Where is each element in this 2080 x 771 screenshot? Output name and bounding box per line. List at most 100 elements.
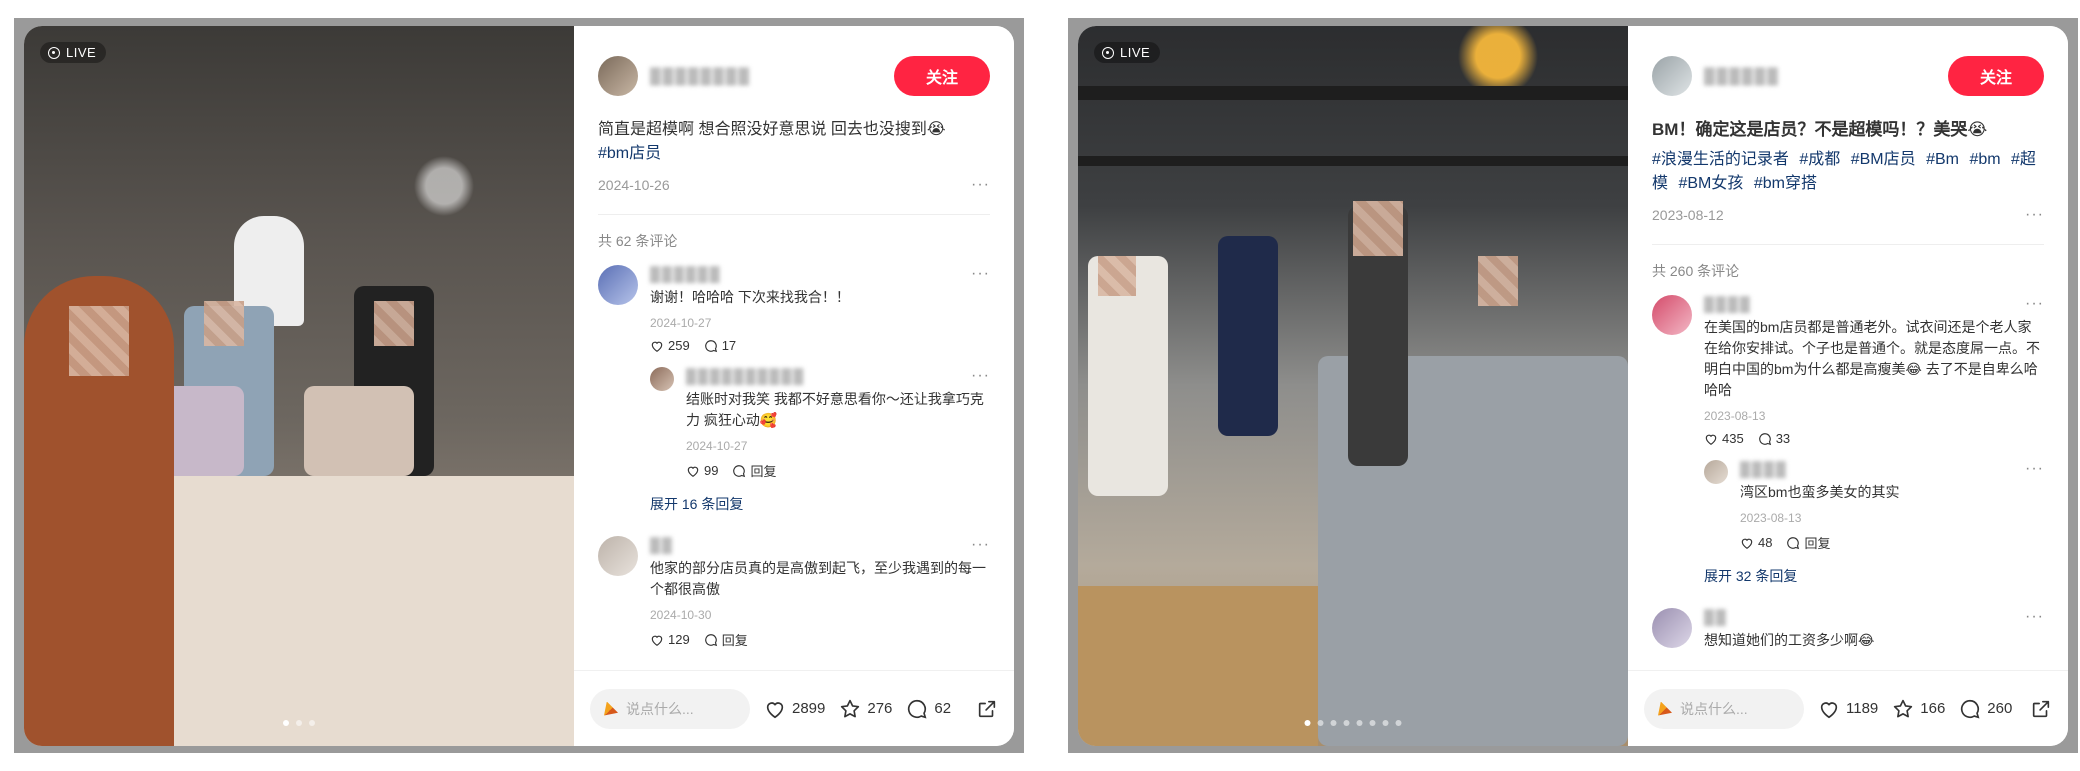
collect-count: 276 (867, 700, 893, 717)
comment-item: ██ ··· 他家的部分店员真的是高傲到起飞，至少我遇到的每一个都很高傲 202… (598, 536, 990, 649)
comment-button[interactable]: 62 (906, 698, 951, 720)
person-figure (1218, 236, 1278, 436)
commenter-avatar[interactable] (1652, 608, 1692, 648)
hashtag-link[interactable]: #浪漫生活的记录者 (1652, 151, 1789, 168)
post-detail-panel: ██████ 关注 BM！确定这是店员？不是超模吗！？美哭😭 #浪漫生活的记录者… (1628, 26, 2068, 746)
commenter-avatar[interactable] (1652, 295, 1692, 335)
more-icon[interactable]: ··· (2025, 206, 2044, 224)
carousel-dot[interactable] (1369, 720, 1376, 726)
commenter-name-blurred[interactable]: ██ (650, 537, 674, 553)
comment-bubble-icon (732, 464, 746, 478)
comment-like-button[interactable]: 99 (686, 463, 718, 478)
comment-reply-button[interactable]: 回复 (1786, 533, 1830, 552)
more-icon[interactable]: ··· (971, 367, 990, 385)
comment-actions: 48 回复 (1740, 533, 2044, 552)
comment-reply-button[interactable]: 回复 (704, 630, 748, 649)
comment-item: ████ ··· 在美国的bm店员都是普通老外。试衣间还是个老人家在给你安排试。… (1652, 295, 2044, 586)
comment-count: 共 62 条评论 (598, 233, 678, 249)
star-icon (1892, 698, 1914, 720)
share-icon[interactable] (976, 698, 998, 720)
comment-reply-button[interactable]: 33 (1758, 431, 1790, 446)
post-date: 2024-10-26 (598, 177, 670, 193)
blurred-face (1098, 256, 1136, 296)
heart-icon (686, 464, 700, 478)
expand-replies-link[interactable]: 展开 32 条回复 (1704, 566, 2044, 586)
carousel-dot[interactable] (1343, 720, 1350, 726)
expand-replies-link[interactable]: 展开 16 条回复 (650, 494, 990, 514)
commenter-avatar[interactable] (650, 367, 674, 391)
follow-button[interactable]: 关注 (1948, 56, 2044, 96)
comment-input[interactable]: 说点什么... (1644, 688, 1804, 729)
ceiling-beam (1078, 86, 1628, 100)
comment-actions: 129 回复 (650, 630, 990, 649)
comment-text: 他家的部分店员真的是高傲到起飞，至少我遇到的每一个都很高傲 (650, 560, 986, 597)
comment-date: 2024-10-27 (686, 439, 748, 453)
live-badge[interactable]: LIVE (1094, 42, 1161, 63)
comment-like-button[interactable]: 129 (650, 632, 690, 647)
author-name-blurred[interactable]: ████████ (650, 68, 751, 85)
author-name-blurred[interactable]: ██████ (1704, 68, 1780, 85)
commenter-name-blurred[interactable]: ██████████ (686, 368, 805, 384)
like-button[interactable]: 1189 (1818, 698, 1878, 720)
hashtag-link[interactable]: #Bm (1926, 151, 1959, 168)
comment-input[interactable]: 说点什么... (590, 688, 750, 729)
hashtag-link[interactable]: #成都 (1799, 151, 1840, 168)
comment-reply-button[interactable]: 回复 (732, 461, 776, 480)
post-photo[interactable]: LIVE (24, 26, 574, 746)
hashtag-link[interactable]: #bm店员 (598, 145, 661, 162)
author-avatar[interactable] (598, 56, 638, 96)
hashtag-link[interactable]: #BM女孩 (1678, 175, 1743, 192)
comment-count-stat: 260 (1987, 700, 2013, 717)
commenter-name-blurred[interactable]: ██ (1704, 609, 1728, 625)
live-badge[interactable]: LIVE (40, 42, 107, 63)
comment-like-button[interactable]: 259 (650, 338, 690, 353)
more-icon[interactable]: ··· (2025, 295, 2044, 313)
carousel-dot[interactable] (309, 720, 315, 726)
commenter-name-blurred[interactable]: ████ (1704, 296, 1752, 312)
hashtag-link[interactable]: #BM店员 (1851, 151, 1916, 168)
more-icon[interactable]: ··· (971, 265, 990, 283)
carousel-dot[interactable] (1395, 720, 1402, 726)
comment-item: ██ ··· 想知道她们的工资多少啊😂 (1652, 608, 2044, 651)
follow-button[interactable]: 关注 (894, 56, 990, 96)
carousel-dot[interactable] (1382, 720, 1389, 726)
commenter-name-blurred[interactable]: ████ (1740, 461, 1788, 477)
more-icon[interactable]: ··· (2025, 608, 2044, 626)
carousel-dot[interactable] (283, 720, 289, 726)
pencil-icon (604, 701, 618, 716)
more-icon[interactable]: ··· (971, 176, 990, 194)
blurred-face (204, 301, 244, 346)
blurred-face (1353, 201, 1403, 256)
comment-button[interactable]: 260 (1959, 698, 2012, 720)
author-avatar[interactable] (1652, 56, 1692, 96)
blurred-face (1478, 256, 1518, 306)
screenshot-stage: LIVE ████████ 关注 简直是超模啊 想合照没好意思说 回去也没搜到😭 (0, 0, 2080, 771)
collect-button[interactable]: 276 (839, 698, 892, 720)
hashtag-link[interactable]: #bm (1969, 151, 2000, 168)
hashtag-link[interactable]: #bm穿搭 (1754, 175, 1817, 192)
like-button[interactable]: 2899 (764, 698, 825, 720)
carousel-dot[interactable] (1356, 720, 1363, 726)
comment-like-button[interactable]: 435 (1704, 431, 1744, 446)
reply-label: 回复 (721, 633, 748, 648)
share-icon[interactable] (2030, 698, 2052, 720)
carousel-dot[interactable] (1304, 720, 1311, 726)
commenter-avatar[interactable] (1704, 460, 1728, 484)
comment-bubble-icon (704, 339, 718, 353)
comment-bubble-icon (1959, 698, 1981, 720)
post-photo[interactable]: LIVE (1078, 26, 1628, 746)
carousel-dot[interactable] (296, 720, 302, 726)
heart-icon (650, 633, 664, 647)
commenter-avatar[interactable] (598, 536, 638, 576)
more-icon[interactable]: ··· (2025, 460, 2044, 478)
more-icon[interactable]: ··· (971, 536, 990, 554)
carousel-dot[interactable] (1330, 720, 1337, 726)
commenter-avatar[interactable] (598, 265, 638, 305)
comment-like-button[interactable]: 48 (1740, 535, 1772, 550)
carousel-dot[interactable] (1317, 720, 1324, 726)
commenter-name-blurred[interactable]: ██████ (650, 266, 722, 282)
collect-button[interactable]: 166 (1892, 698, 1945, 720)
comment-count: 共 260 条评论 (1652, 263, 1740, 279)
comment-reply-button[interactable]: 17 (704, 338, 736, 353)
comment-bubble-icon (704, 633, 718, 647)
